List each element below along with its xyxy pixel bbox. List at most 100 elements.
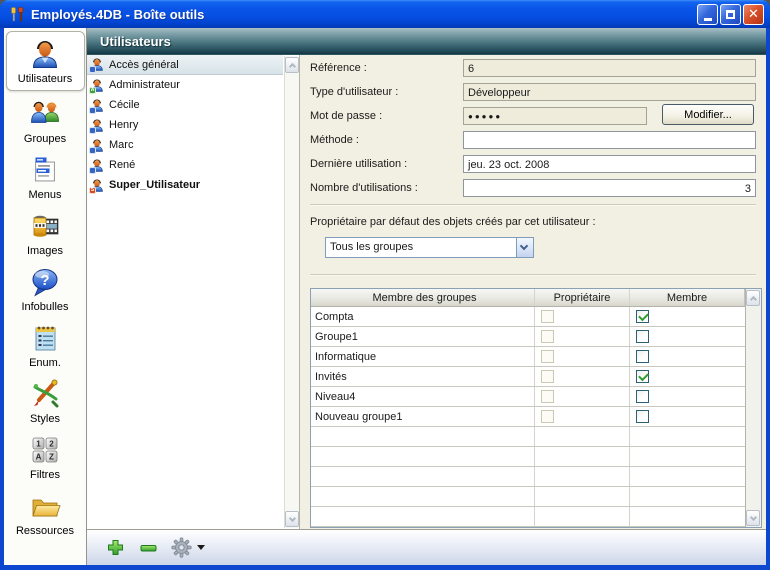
- scroll-down-button[interactable]: [285, 511, 299, 527]
- method-field[interactable]: [463, 131, 756, 149]
- plus-icon: [106, 538, 125, 557]
- scroll-up-button[interactable]: [285, 57, 299, 73]
- user-icon: A: [90, 78, 105, 93]
- user-badge: [89, 66, 96, 73]
- sidebar-item-label: Groupes: [24, 133, 66, 145]
- user-icon: [90, 98, 105, 113]
- membre-checkbox[interactable]: [636, 410, 649, 423]
- table-row-empty: [311, 427, 761, 447]
- minimize-button[interactable]: [697, 4, 718, 25]
- table-row[interactable]: Groupe1: [311, 327, 761, 347]
- sidebar-item-groupes[interactable]: Groupes: [6, 93, 85, 149]
- table-row[interactable]: Invités: [311, 367, 761, 387]
- table-row-empty: [311, 507, 761, 527]
- column-header-proprietaire[interactable]: Propriétaire: [535, 289, 630, 306]
- menus-icon: [29, 154, 61, 186]
- password-field: ●●●●●: [463, 107, 647, 125]
- use-count-field[interactable]: 3: [463, 179, 756, 197]
- close-icon: ✕: [748, 8, 759, 21]
- titlebar[interactable]: Employés.4DB - Boîte outils ✕: [0, 0, 770, 28]
- proprietaire-checkbox[interactable]: [541, 310, 554, 323]
- last-use-field[interactable]: jeu. 23 oct. 2008: [463, 155, 756, 173]
- membre-checkbox[interactable]: [636, 310, 649, 323]
- user-list-scrollbar[interactable]: [284, 56, 299, 528]
- chevron-down-icon: [520, 242, 528, 250]
- svg-text:1: 1: [36, 439, 41, 448]
- default-owner-label: Propriétaire par défaut des objets créés…: [310, 216, 596, 228]
- window-body: Utilisateurs Groupes: [4, 28, 766, 565]
- sidebar-item-images[interactable]: Images: [6, 205, 85, 261]
- user-list-item[interactable]: Accès général: [87, 55, 283, 75]
- sidebar-item-filtres[interactable]: 1 2 A Z Filtres: [6, 429, 85, 485]
- minus-icon: [139, 538, 158, 557]
- sidebar-item-utilisateurs[interactable]: Utilisateurs: [6, 31, 85, 91]
- svg-text:?: ?: [40, 272, 49, 289]
- reference-field: 6: [463, 59, 756, 77]
- actions-menu-button[interactable]: [170, 536, 205, 559]
- table-row[interactable]: Informatique: [311, 347, 761, 367]
- window-title: Employés.4DB - Boîte outils: [31, 7, 697, 22]
- sidebar-item-label: Images: [27, 245, 63, 257]
- membre-checkbox[interactable]: [636, 390, 649, 403]
- column-header-membre[interactable]: Membre: [630, 289, 745, 306]
- user-list-item[interactable]: S Super_Utilisateur: [87, 175, 283, 195]
- delete-user-button[interactable]: [137, 537, 159, 559]
- proprietaire-checkbox[interactable]: [541, 390, 554, 403]
- table-row[interactable]: Niveau4: [311, 387, 761, 407]
- proprietaire-checkbox[interactable]: [541, 410, 554, 423]
- proprietaire-checkbox[interactable]: [541, 370, 554, 383]
- folder-icon: [29, 490, 61, 522]
- sidebar-item-styles[interactable]: Styles: [6, 373, 85, 429]
- filters-icon: 1 2 A Z: [29, 434, 61, 466]
- sidebar-item-enum[interactable]: Enum.: [6, 317, 85, 373]
- sidebar-item-label: Menus: [28, 189, 61, 201]
- scroll-down-button[interactable]: [746, 510, 760, 526]
- user-list-item[interactable]: Marc: [87, 135, 283, 155]
- sidebar-item-infobulles[interactable]: ? Infobulles: [6, 261, 85, 317]
- enum-icon: [29, 322, 61, 354]
- groups-table-scrollbar[interactable]: [745, 289, 761, 527]
- sidebar-item-ressources[interactable]: Ressources: [6, 485, 85, 541]
- user-icon: S: [90, 178, 105, 193]
- sidebar: Utilisateurs Groupes: [4, 28, 87, 565]
- user-badge: [89, 127, 96, 134]
- styles-icon: [29, 378, 61, 410]
- combo-dropdown-button[interactable]: [516, 238, 533, 257]
- panel-title: Utilisateurs: [100, 34, 171, 49]
- column-header-membre-des-groupes[interactable]: Membre des groupes: [311, 289, 535, 306]
- user-list-item[interactable]: René: [87, 155, 283, 175]
- maximize-icon: [726, 10, 735, 19]
- close-button[interactable]: ✕: [743, 4, 764, 25]
- use-count-label: Nombre d'utilisations :: [310, 179, 418, 197]
- sidebar-item-menus[interactable]: Menus: [6, 149, 85, 205]
- user-badge: [89, 167, 96, 174]
- table-row[interactable]: Nouveau groupe1: [311, 407, 761, 427]
- user-list-item[interactable]: Henry: [87, 115, 283, 135]
- owner-select[interactable]: Tous les groupes: [325, 237, 534, 258]
- user-icon: [90, 57, 105, 72]
- user-icon: [90, 118, 105, 133]
- reference-label: Référence :: [310, 59, 367, 77]
- table-row[interactable]: Compta: [311, 307, 761, 327]
- add-user-button[interactable]: [104, 537, 126, 559]
- membre-checkbox[interactable]: [636, 330, 649, 343]
- gear-icon: [170, 536, 193, 559]
- membre-checkbox[interactable]: [636, 350, 649, 363]
- chevron-up-icon: [749, 296, 756, 303]
- svg-text:2: 2: [49, 439, 54, 448]
- user-list-item[interactable]: A Administrateur: [87, 75, 283, 95]
- toolbox-icon: [9, 6, 26, 23]
- membre-checkbox[interactable]: [636, 370, 649, 383]
- panel-header: Utilisateurs: [87, 28, 766, 55]
- chevron-down-icon: [749, 514, 756, 521]
- user-badge: A: [89, 87, 96, 94]
- user-list-item[interactable]: Cécile: [87, 95, 283, 115]
- table-row-empty: [311, 467, 761, 487]
- svg-text:A: A: [36, 452, 42, 461]
- chevron-down-icon: [288, 515, 295, 522]
- scroll-up-button[interactable]: [746, 290, 760, 306]
- maximize-button[interactable]: [720, 4, 741, 25]
- modify-password-button[interactable]: Modifier...: [662, 104, 754, 125]
- proprietaire-checkbox[interactable]: [541, 330, 554, 343]
- proprietaire-checkbox[interactable]: [541, 350, 554, 363]
